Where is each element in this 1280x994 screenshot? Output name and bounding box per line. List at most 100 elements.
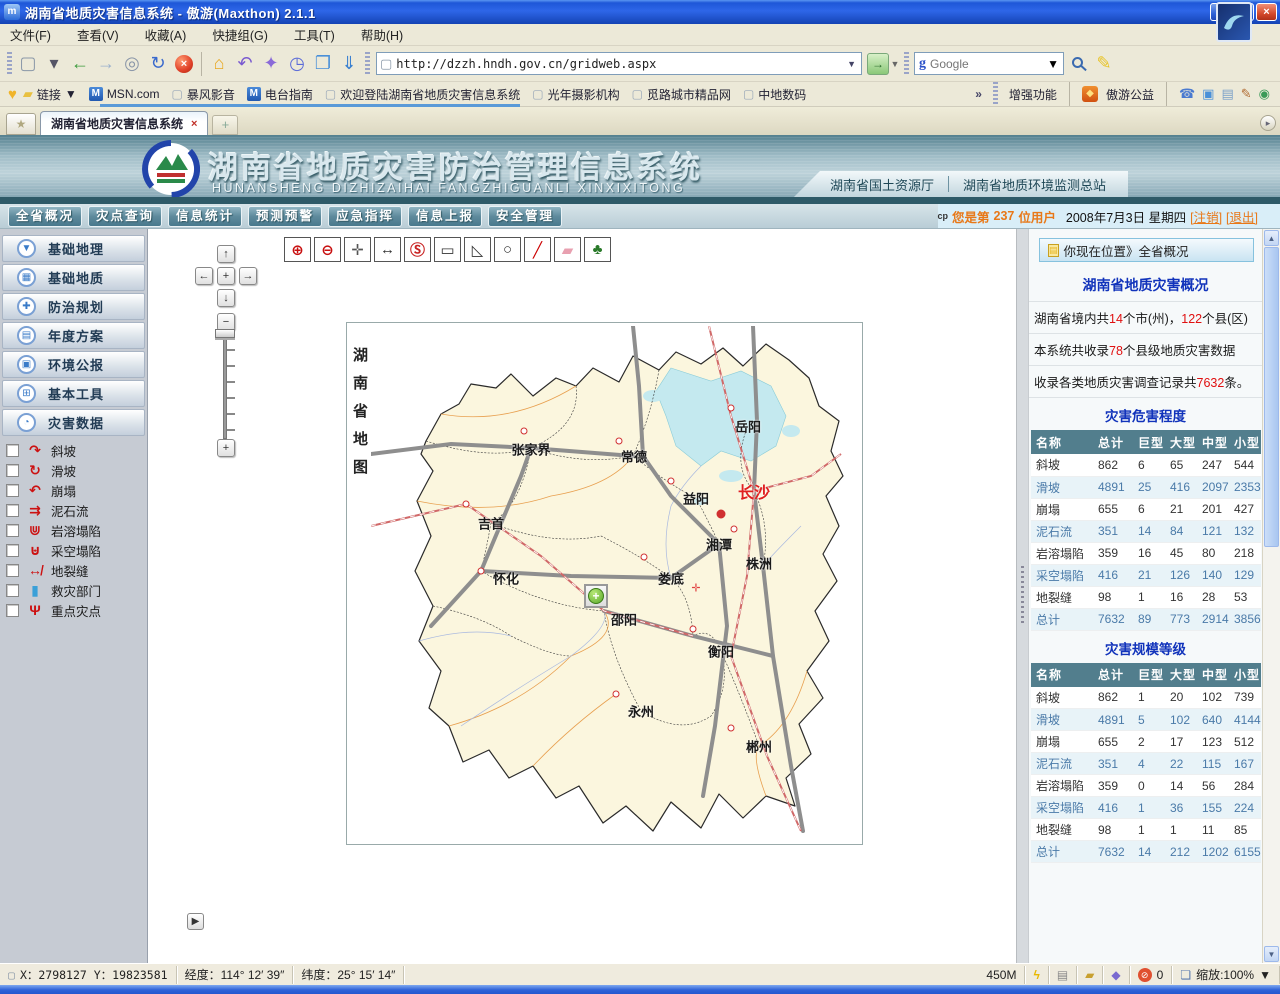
map-tool-button[interactable]: ◺ — [464, 237, 491, 262]
city-marker[interactable] — [616, 438, 623, 445]
layer-checkbox[interactable] — [6, 464, 19, 477]
nav-tab[interactable]: 信息上报 — [408, 206, 482, 227]
back-icon[interactable]: ← — [67, 50, 93, 78]
tab-close-icon[interactable]: × — [191, 118, 197, 130]
pen-cup-icon[interactable]: ✎ — [1241, 86, 1252, 102]
map-canvas[interactable]: 张家界常德岳阳益阳长沙吉首湘潭株洲怀化娄底邵阳衡阳永州郴州 + ✛ — [371, 326, 861, 842]
bookmark-folder[interactable]: ▰ 链接 ▼ — [23, 86, 77, 103]
city-marker[interactable] — [668, 478, 675, 485]
magic-wand-icon[interactable]: ✦ — [258, 50, 284, 78]
map-tool-button[interactable]: ▰ — [554, 237, 581, 262]
zoom-slider-thumb[interactable] — [215, 329, 235, 338]
map-tool-button[interactable]: Ⓢ — [404, 237, 431, 262]
print-icon[interactable]: ▤ — [1049, 966, 1077, 984]
bookmark-item[interactable]: ▢ 暴风影音 — [171, 86, 234, 103]
pan-down-button[interactable]: ↓ — [217, 289, 235, 307]
exit-link[interactable]: [退出] — [1226, 207, 1258, 226]
bookmark-item[interactable]: ▢ 中地数码 — [743, 86, 806, 103]
popup-blocker[interactable]: ⊘ 0 — [1130, 966, 1173, 984]
pan-right-button[interactable]: → — [239, 267, 257, 285]
go-dropdown-icon[interactable]: ▼ — [889, 50, 901, 78]
menu-item[interactable]: 收藏(A) — [145, 25, 187, 44]
home-icon[interactable]: ⌂ — [206, 50, 232, 78]
tab-active[interactable]: 湖南省地质灾害信息系统 × — [40, 111, 208, 135]
layer-checkbox[interactable] — [6, 604, 19, 617]
menu-item[interactable]: 工具(T) — [294, 25, 335, 44]
map-tool-button[interactable]: ○ — [494, 237, 521, 262]
search-dropdown-icon[interactable]: ▼ — [1047, 57, 1059, 71]
map-tool-button[interactable]: ✛ — [344, 237, 371, 262]
nav-tab[interactable]: 安全管理 — [488, 206, 562, 227]
sidebar-button[interactable]: ▼ 基础地理 — [2, 235, 145, 262]
tab-list-button[interactable]: ▸ — [1260, 115, 1276, 131]
recent-dropdown-icon[interactable]: ◎ — [119, 50, 145, 78]
enhance-features-link[interactable]: 增强功能 — [1009, 86, 1057, 103]
layer-checkbox[interactable] — [6, 444, 19, 457]
sidebar-button[interactable]: ▣ 环境公报 — [2, 351, 145, 378]
download-icon[interactable]: ⇓ — [336, 50, 362, 78]
pan-up-button[interactable]: ↑ — [217, 245, 235, 263]
notes-icon[interactable]: ◆ — [1103, 966, 1129, 984]
menu-item[interactable]: 快捷组(G) — [212, 25, 268, 44]
maxthon-charity-link[interactable]: 傲游公益 — [1106, 86, 1154, 103]
sidebar-button[interactable]: ◔ 灾害数据 — [2, 409, 145, 436]
nav-tab[interactable]: 全省概况 — [8, 206, 82, 227]
layer-checkbox[interactable] — [6, 584, 19, 597]
city-marker[interactable] — [728, 405, 735, 412]
scroll-up-icon[interactable]: ▲ — [1264, 230, 1279, 246]
map-marker-add-button[interactable]: + — [584, 584, 608, 608]
sidebar-collapse-button[interactable]: ▶ — [187, 913, 204, 930]
nav-tab[interactable]: 应急指挥 — [328, 206, 402, 227]
history-clock-icon[interactable]: ◷ — [284, 50, 310, 78]
menu-item[interactable]: 帮助(H) — [361, 25, 403, 44]
favorites-heart-icon[interactable]: ♥ — [8, 86, 17, 103]
sidebar-button[interactable]: ▦ 基础地质 — [2, 264, 145, 291]
bookmark-item[interactable]: M MSN.com — [89, 87, 160, 101]
map-tool-button[interactable]: ⊖ — [314, 237, 341, 262]
vertical-scrollbar[interactable]: ▲ ▼ — [1262, 229, 1280, 963]
logout-link[interactable]: [注销] — [1190, 207, 1222, 226]
layer-checkbox[interactable] — [6, 524, 19, 537]
search-input[interactable] — [930, 57, 1047, 71]
close-button[interactable]: × — [1256, 3, 1277, 21]
map-tool-button[interactable]: ↔ — [374, 237, 401, 262]
window-icon[interactable]: ❐ — [310, 50, 336, 78]
overflow-chevron[interactable]: » — [975, 87, 982, 101]
new-tab-button[interactable]: + — [212, 115, 238, 135]
link-land-resources[interactable]: 湖南省国土资源厅 — [830, 175, 934, 194]
search-icon[interactable] — [1072, 57, 1083, 68]
sidebar-button[interactable]: ▤ 年度方案 — [2, 322, 145, 349]
boost-icon[interactable]: ϟ — [1025, 966, 1048, 984]
new-folder-icon[interactable]: ▰ — [1077, 966, 1103, 984]
layer-checkbox[interactable] — [6, 544, 19, 557]
favorites-star-button[interactable]: ★ — [6, 113, 36, 135]
stop-icon[interactable]: × — [171, 50, 197, 78]
layer-checkbox[interactable] — [6, 504, 19, 517]
link-geo-monitor-station[interactable]: 湖南省地质环境监测总站 — [963, 175, 1106, 194]
nav-tab[interactable]: 预测预警 — [248, 206, 322, 227]
map-tool-button[interactable]: ╱ — [524, 237, 551, 262]
layer-checkbox[interactable] — [6, 484, 19, 497]
panel-splitter[interactable] — [1016, 229, 1028, 963]
go-button[interactable]: → — [867, 53, 889, 75]
sidebar-button[interactable]: ✚ 防治规划 — [2, 293, 145, 320]
map-tool-button[interactable]: ▭ — [434, 237, 461, 262]
bookmark-item[interactable]: ▢ 光年摄影机构 — [532, 86, 619, 103]
layer-checkbox[interactable] — [6, 564, 19, 577]
bookmark-item[interactable]: ▢ 觅路城市精品网 — [632, 86, 731, 103]
maxthon-shield-icon[interactable]: ◆ — [1082, 86, 1098, 102]
note-icon[interactable]: ▤ — [1221, 86, 1233, 102]
city-marker[interactable] — [717, 510, 726, 519]
city-marker[interactable] — [521, 428, 528, 435]
city-marker[interactable] — [613, 691, 620, 698]
map-tool-button[interactable]: ⊕ — [284, 237, 311, 262]
pan-left-button[interactable]: ← — [195, 267, 213, 285]
city-marker[interactable] — [690, 626, 697, 633]
bookmark-item[interactable]: ▢ 欢迎登陆湖南省地质灾害信息系统 — [325, 86, 520, 103]
sidebar-button[interactable]: ⊞ 基本工具 — [2, 380, 145, 407]
refresh-icon[interactable]: ↻ — [145, 50, 171, 78]
pan-center-button[interactable]: + — [217, 267, 235, 285]
nav-tab[interactable]: 灾点查询 — [88, 206, 162, 227]
city-marker[interactable] — [728, 725, 735, 732]
city-marker[interactable] — [478, 568, 485, 575]
